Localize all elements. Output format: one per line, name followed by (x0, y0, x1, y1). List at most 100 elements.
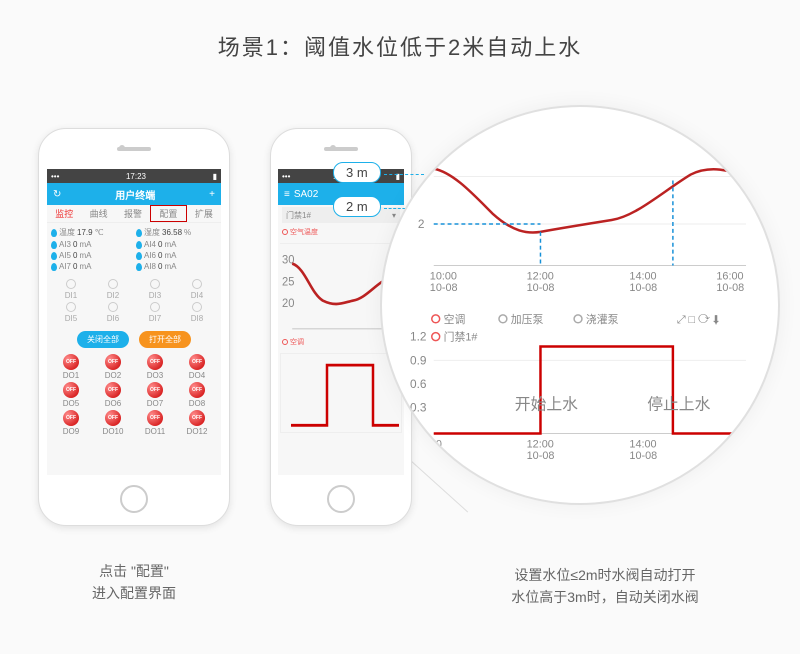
do-switch[interactable]: OFFDO10 (93, 410, 133, 436)
droplet-icon (136, 263, 142, 271)
do-switch[interactable]: OFFDO12 (177, 410, 217, 436)
svg-text:1.2: 1.2 (410, 330, 426, 344)
home-button[interactable] (120, 485, 148, 513)
do-switch[interactable]: OFFDO3 (135, 354, 175, 380)
svg-text:3: 3 (418, 169, 425, 183)
svg-text:14:00: 14:00 (629, 270, 656, 282)
zoom-charts: 3 2 10:0010-08 12:0010-08 14:0010-08 16:… (404, 137, 756, 473)
menu-icon[interactable]: ≡ (284, 189, 290, 200)
svg-text:10-08: 10-08 (527, 450, 555, 462)
tab-row: 监控 曲线 报警 配置 扩展 (47, 205, 221, 223)
sensor-name: 温度 (59, 227, 75, 238)
refresh-icon[interactable]: ↻ (53, 189, 61, 200)
droplet-icon (136, 229, 142, 237)
svg-text:16:00: 16:00 (716, 270, 743, 282)
caption-line: 水位高于3m时，自动关闭水阀 (450, 586, 760, 608)
threshold-tag-3m: 3 m (333, 162, 381, 183)
button-row: 关闭全部 打开全部 (47, 327, 221, 352)
tab-extend[interactable]: 扩展 (187, 205, 221, 222)
sensor-val: 0 (73, 240, 77, 249)
phone-left-screen: ••• 17:23 ▮ ↻ 用户终端 + 监控 曲线 报警 配置 扩展 温度 1… (47, 169, 221, 475)
sensor-unit: mA (79, 240, 91, 249)
phone-speaker (324, 147, 358, 151)
add-icon[interactable]: + (209, 189, 215, 200)
droplet-icon (136, 241, 142, 249)
status-bar: ••• 17:23 ▮ (47, 169, 221, 183)
sensor-unit: mA (79, 251, 91, 260)
svg-text:门禁1#: 门禁1# (444, 330, 478, 344)
sensor-unit: mA (164, 251, 176, 260)
tab-alarm[interactable]: 报警 (116, 205, 150, 222)
svg-text:25: 25 (282, 276, 294, 288)
di-indicator: DI1 (51, 279, 91, 300)
sensor-name: AI6 (144, 251, 156, 260)
svg-text:14:00: 14:00 (629, 438, 656, 450)
svg-text:10-08: 10-08 (527, 282, 555, 294)
do-panel: OFFDO1OFFDO2OFFDO3OFFDO4OFFDO5OFFDO6OFFD… (47, 352, 221, 438)
sensor-val: 36.58 (162, 228, 182, 237)
do-switch[interactable]: OFFDO6 (93, 382, 133, 408)
sensor-val: 0 (158, 262, 162, 271)
do-switch[interactable]: OFFDO7 (135, 382, 175, 408)
di-indicator: DI3 (135, 279, 175, 300)
open-all-button[interactable]: 打开全部 (139, 331, 191, 348)
sensor-name: AI8 (144, 262, 156, 271)
sensor-unit: mA (164, 240, 176, 249)
sensor-val: 0 (73, 251, 77, 260)
svg-text:10:00: 10:00 (430, 270, 457, 282)
legend-ac: 空调 (444, 312, 466, 326)
sensor-val: 0 (158, 240, 162, 249)
tab-config[interactable]: 配置 (150, 205, 186, 222)
di-indicator: DI4 (177, 279, 217, 300)
droplet-icon (51, 252, 57, 260)
caption-line: 点击 "配置" (55, 560, 213, 582)
ring-icon (282, 229, 288, 235)
caption-line: 进入配置界面 (55, 582, 213, 604)
tab-curve[interactable]: 曲线 (81, 205, 115, 222)
sensor-rows: 温度 17.9℃湿度 36.58% AI3 0 mAAI4 0 mA AI5 0… (47, 223, 221, 275)
di-indicator: DI7 (135, 302, 175, 323)
svg-text:0.9: 0.9 (410, 353, 427, 367)
sensor-name: AI3 (59, 240, 71, 249)
sensor-val: 0 (158, 251, 162, 260)
sensor-name: AI7 (59, 262, 71, 271)
di-indicator: DI8 (177, 302, 217, 323)
do-switch[interactable]: OFFDO11 (135, 410, 175, 436)
sensor-unit: % (184, 228, 191, 237)
sensor-unit: mA (79, 262, 91, 271)
home-button[interactable] (327, 485, 355, 513)
sensor-name: 湿度 (144, 227, 160, 238)
zoom-callout: 3 2 10:0010-08 12:0010-08 14:0010-08 16:… (380, 105, 780, 505)
sensor-name: AI5 (59, 251, 71, 260)
appbar-title: SA02 (294, 189, 318, 200)
status-time: 17:23 (126, 172, 146, 181)
svg-text:加压泵: 加压泵 (511, 313, 544, 326)
do-switch[interactable]: OFFDO9 (51, 410, 91, 436)
do-switch[interactable]: OFFDO5 (51, 382, 91, 408)
svg-text:10-08: 10-08 (430, 282, 458, 294)
di-indicator: DI2 (93, 279, 133, 300)
di-indicator: DI6 (93, 302, 133, 323)
caption-right: 设置水位≤2m时水阀自动打开 水位高于3m时，自动关闭水阀 (450, 564, 760, 609)
svg-text:10-08: 10-08 (629, 282, 657, 294)
do-switch[interactable]: OFFDO2 (93, 354, 133, 380)
do-switch[interactable]: OFFDO8 (177, 382, 217, 408)
do-switch[interactable]: OFFDO4 (177, 354, 217, 380)
do-switch[interactable]: OFFDO1 (51, 354, 91, 380)
mini-control-chart (280, 353, 402, 433)
svg-text:2: 2 (418, 217, 425, 231)
svg-text:停止上水: 停止上水 (647, 396, 710, 414)
battery-icon: ▮ (213, 172, 217, 181)
tab-monitor[interactable]: 监控 (47, 205, 81, 222)
droplet-icon (136, 252, 142, 260)
caption-left: 点击 "配置" 进入配置界面 (55, 560, 213, 605)
svg-text:10-08: 10-08 (716, 282, 744, 294)
svg-text:浇灌泵: 浇灌泵 (586, 313, 619, 326)
sensor-unit: mA (164, 262, 176, 271)
di-panel: DI1DI2DI3DI4DI5DI6DI7DI8 (47, 275, 221, 327)
page-title: 场景1：阈值水位低于2米自动上水 (0, 0, 800, 82)
close-all-button[interactable]: 关闭全部 (77, 331, 129, 348)
svg-text:0.3: 0.3 (410, 401, 427, 415)
svg-text:12:00: 12:00 (527, 270, 554, 282)
sensor-name: AI4 (144, 240, 156, 249)
